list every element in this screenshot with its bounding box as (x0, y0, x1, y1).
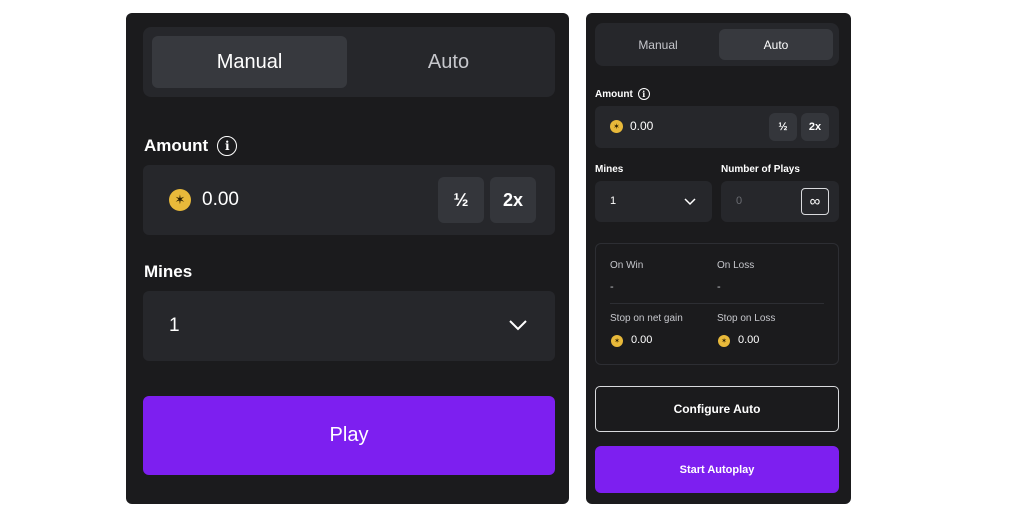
double-button[interactable]: 2x (490, 177, 536, 223)
info-icon[interactable]: i (217, 136, 238, 156)
tab-manual[interactable]: Manual (152, 36, 347, 88)
chevron-down-icon (684, 198, 696, 206)
info-icon[interactable]: i (637, 88, 650, 100)
on-loss-value: - (717, 281, 721, 293)
mode-tabs: Manual Auto (143, 27, 555, 97)
amount-input[interactable]: ✶ 0.00 ½ 2x (143, 165, 555, 235)
auto-bet-panel: Manual Auto Amount i ✶ 0.00 ½ 2x Mines N… (586, 13, 851, 504)
half-button[interactable]: ½ (769, 113, 797, 141)
double-button[interactable]: 2x (801, 113, 829, 141)
mines-label: Mines (595, 164, 624, 175)
stop-gain-value: 0.00 (631, 334, 653, 346)
manual-bet-panel: Manual Auto Amount i ✶ 0.00 ½ 2x Mines 1… (126, 13, 569, 504)
mines-value: 1 (169, 315, 180, 336)
mode-tabs: Manual Auto (595, 23, 839, 66)
plays-label: Number of Plays (721, 164, 800, 175)
amount-label: Amount (144, 136, 209, 155)
amount-label: Amount (595, 88, 633, 100)
divider (610, 303, 824, 304)
coin-icon: ✶ (718, 335, 730, 347)
amount-input[interactable]: ✶ 0.00 ½ 2x (595, 106, 839, 148)
on-win-value: - (610, 281, 614, 293)
coin-icon: ✶ (610, 120, 623, 133)
stop-loss-value: 0.00 (738, 334, 760, 346)
mines-value: 1 (610, 195, 617, 207)
half-button[interactable]: ½ (438, 177, 484, 223)
coin-icon: ✶ (611, 335, 623, 347)
plays-placeholder[interactable]: 0 (736, 195, 742, 207)
stop-gain-label: Stop on net gain (610, 313, 683, 324)
amount-label-row: Amount i (595, 87, 650, 101)
tab-auto[interactable]: Auto (719, 29, 833, 60)
auto-settings-box: On Win - On Loss - Stop on net gain ✶ 0.… (595, 243, 839, 365)
chevron-down-icon (509, 320, 527, 331)
mines-select[interactable]: 1 (143, 291, 555, 361)
tab-manual[interactable]: Manual (601, 29, 715, 60)
tab-auto[interactable]: Auto (351, 36, 546, 88)
start-autoplay-button[interactable]: Start Autoplay (595, 446, 839, 493)
on-loss-label: On Loss (717, 260, 755, 271)
configure-auto-button[interactable]: Configure Auto (595, 386, 839, 432)
amount-value[interactable]: 0.00 (202, 189, 239, 211)
mines-select[interactable]: 1 (595, 181, 712, 222)
infinity-icon[interactable]: ∞ (801, 188, 829, 215)
on-win-label: On Win (610, 260, 644, 271)
amount-label-row: Amount i (144, 135, 238, 157)
amount-value[interactable]: 0.00 (630, 119, 653, 133)
stop-loss-label: Stop on Loss (717, 313, 776, 324)
mines-label: Mines (144, 262, 193, 281)
plays-input[interactable]: 0 ∞ (721, 181, 839, 222)
play-button[interactable]: Play (143, 396, 555, 475)
coin-icon: ✶ (169, 189, 191, 211)
